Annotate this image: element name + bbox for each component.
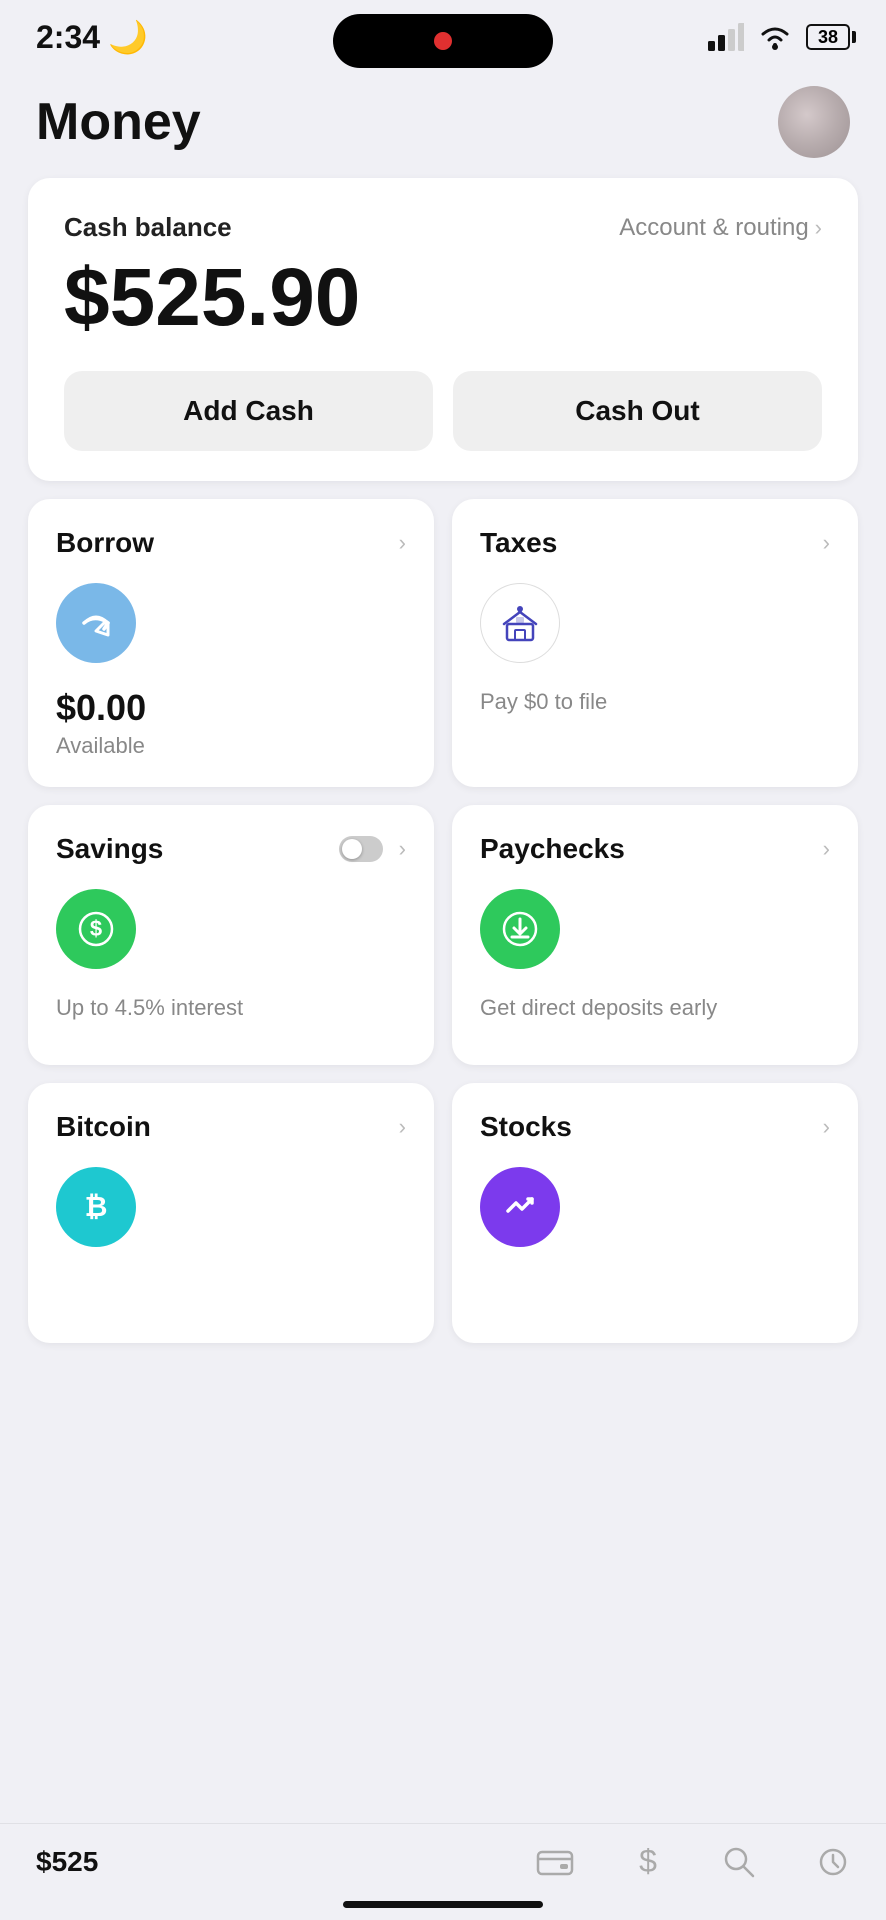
paychecks-icon — [480, 889, 560, 969]
moon-icon: 🌙 — [108, 18, 148, 56]
signal-icon — [708, 23, 744, 51]
cash-balance-label: Cash balance — [64, 212, 232, 243]
paychecks-title: Paychecks — [480, 833, 625, 865]
battery-icon: 38 — [806, 24, 850, 50]
savings-title: Savings — [56, 833, 163, 865]
savings-chevron: › — [399, 836, 406, 862]
nav-search-icon[interactable] — [722, 1845, 756, 1879]
page-title: Money — [36, 92, 201, 152]
taxes-card-header: Taxes › — [480, 527, 830, 559]
cash-amount: $525.90 — [64, 253, 822, 343]
svg-text:$: $ — [639, 1844, 657, 1879]
bitcoin-icon: ₿ — [56, 1167, 136, 1247]
add-cash-button[interactable]: Add Cash — [64, 371, 433, 451]
nav-wallet-icon[interactable] — [536, 1846, 574, 1878]
status-time: 2:34 🌙 — [36, 18, 148, 56]
svg-text:₿: ₿ — [85, 1191, 108, 1222]
chevron-right-icon: › — [815, 215, 822, 241]
nav-history-icon[interactable] — [816, 1845, 850, 1879]
borrow-card-header: Borrow › — [56, 527, 406, 559]
stocks-card-header: Stocks › — [480, 1111, 830, 1143]
wifi-icon — [758, 23, 792, 51]
paychecks-card[interactable]: Paychecks › Get direct deposits early — [452, 805, 858, 1065]
status-icons: 38 — [708, 23, 850, 51]
stocks-icon — [480, 1167, 560, 1247]
savings-card-header: Savings › — [56, 833, 406, 865]
borrow-card[interactable]: Borrow › $0.00 Available — [28, 499, 434, 787]
app-header: Money — [0, 66, 886, 178]
nav-icons: $ — [536, 1844, 850, 1880]
borrow-amount: $0.00 — [56, 687, 406, 729]
taxes-card[interactable]: Taxes › Pay $0 to file — [452, 499, 858, 787]
nav-balance: $525 — [36, 1846, 98, 1878]
bitcoin-chevron: › — [399, 1114, 406, 1140]
savings-desc: Up to 4.5% interest — [56, 993, 406, 1024]
paychecks-chevron: › — [823, 836, 830, 862]
savings-card[interactable]: Savings › $ Up to 4.5% interest — [28, 805, 434, 1065]
borrow-icon — [56, 583, 136, 663]
cash-balance-card: Cash balance Account & routing › $525.90… — [28, 178, 858, 481]
avatar[interactable] — [778, 86, 850, 158]
home-indicator — [343, 1901, 543, 1908]
stocks-card[interactable]: Stocks › — [452, 1083, 858, 1343]
borrow-sub: Available — [56, 733, 406, 759]
borrow-title: Borrow — [56, 527, 154, 559]
recording-dot — [434, 32, 452, 50]
paychecks-card-header: Paychecks › — [480, 833, 830, 865]
paychecks-desc: Get direct deposits early — [480, 993, 830, 1024]
cards-grid: Borrow › $0.00 Available Taxes › — [28, 499, 858, 1343]
cash-balance-header: Cash balance Account & routing › — [64, 212, 822, 243]
taxes-title: Taxes — [480, 527, 557, 559]
taxes-desc: Pay $0 to file — [480, 687, 830, 718]
dynamic-island — [333, 14, 553, 68]
cash-out-button[interactable]: Cash Out — [453, 371, 822, 451]
account-routing-link[interactable]: Account & routing › — [619, 214, 822, 242]
bitcoin-title: Bitcoin — [56, 1111, 151, 1143]
savings-header-right: › — [339, 836, 406, 862]
status-bar: 2:34 🌙 38 — [0, 0, 886, 66]
bitcoin-card[interactable]: Bitcoin › ₿ — [28, 1083, 434, 1343]
stocks-chevron: › — [823, 1114, 830, 1140]
bitcoin-card-header: Bitcoin › — [56, 1111, 406, 1143]
account-routing-text: Account & routing — [619, 214, 808, 242]
taxes-icon — [480, 583, 560, 663]
cash-action-buttons: Add Cash Cash Out — [64, 371, 822, 451]
battery-level: 38 — [818, 27, 838, 48]
main-content: Cash balance Account & routing › $525.90… — [0, 178, 886, 1343]
svg-text:$: $ — [90, 916, 102, 941]
borrow-chevron: › — [399, 530, 406, 556]
savings-toggle[interactable] — [339, 836, 383, 862]
taxes-chevron: › — [823, 530, 830, 556]
stocks-title: Stocks — [480, 1111, 572, 1143]
time-display: 2:34 — [36, 19, 100, 56]
nav-dollar-icon[interactable]: $ — [634, 1844, 662, 1880]
savings-icon: $ — [56, 889, 136, 969]
